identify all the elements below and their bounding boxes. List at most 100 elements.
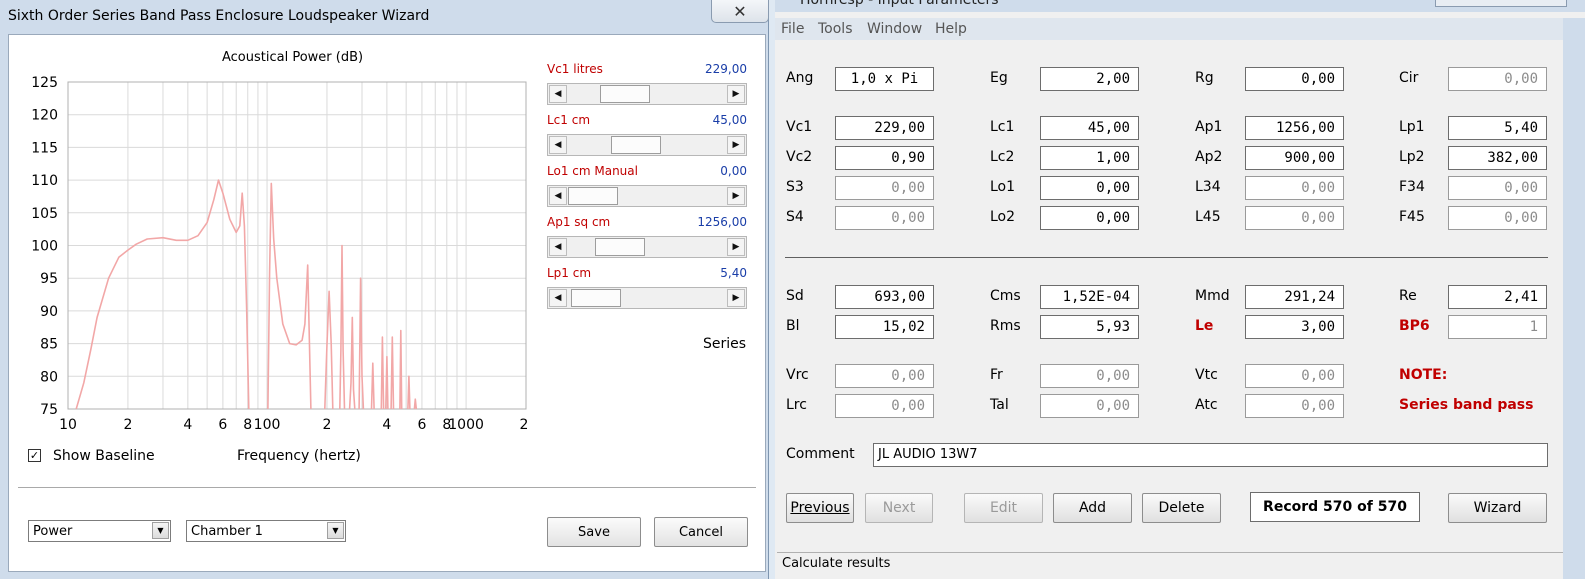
param-label: Re: [1399, 288, 1417, 304]
comment-input[interactable]: JL AUDIO 13W7: [873, 443, 1548, 467]
view-combo[interactable]: Power ▼: [28, 520, 171, 542]
slider-thumb[interactable]: [568, 187, 618, 205]
scroll-right-icon[interactable]: ▶: [727, 289, 745, 307]
param-field[interactable]: 1: [1448, 315, 1547, 339]
wizard-button[interactable]: Wizard: [1448, 493, 1547, 523]
param-field[interactable]: 0,00: [835, 364, 934, 388]
scroll-right-icon[interactable]: ▶: [727, 187, 745, 205]
slider-thumb[interactable]: [600, 85, 651, 103]
slider-scrollbar[interactable]: ◀ ▶: [547, 287, 747, 309]
param-field[interactable]: 0,00: [1245, 176, 1344, 200]
slider-scrollbar[interactable]: ◀ ▶: [547, 83, 747, 105]
chevron-down-icon[interactable]: ▼: [152, 522, 169, 539]
param-field[interactable]: 0,00: [1448, 176, 1547, 200]
param-field[interactable]: 5,40: [1448, 116, 1547, 140]
x-tick-label: 4: [183, 417, 192, 433]
add-button[interactable]: Add: [1053, 493, 1132, 523]
param-field[interactable]: 1,00: [1040, 146, 1139, 170]
param-field[interactable]: 2,00: [1040, 67, 1139, 91]
scroll-left-icon[interactable]: ◀: [549, 187, 567, 205]
param-field[interactable]: 5,93: [1040, 315, 1139, 339]
scroll-left-icon[interactable]: ◀: [549, 289, 567, 307]
delete-button[interactable]: Delete: [1142, 493, 1221, 523]
previous-button[interactable]: Previous: [786, 493, 854, 523]
wizard-title: Sixth Order Series Band Pass Enclosure L…: [8, 8, 430, 24]
x-tick-label: 2: [322, 417, 331, 433]
slider-label: Vc1 litres: [547, 62, 603, 76]
param-field[interactable]: 0,00: [1245, 67, 1344, 91]
slider-scrollbar[interactable]: ◀ ▶: [547, 185, 747, 207]
chamber-combo[interactable]: Chamber 1 ▼: [186, 520, 346, 542]
param-field[interactable]: 15,02: [835, 315, 934, 339]
scroll-left-icon[interactable]: ◀: [549, 136, 567, 154]
param-field[interactable]: 0,00: [1245, 206, 1344, 230]
chart-title: Acoustical Power (dB): [222, 50, 364, 65]
param-field[interactable]: 0,90: [835, 146, 934, 170]
menu-file[interactable]: File: [781, 21, 804, 37]
scroll-right-icon[interactable]: ▶: [727, 238, 745, 256]
slider-value: 0,00: [720, 164, 747, 178]
x-tick-label: 10: [59, 417, 77, 433]
scroll-left-icon[interactable]: ◀: [549, 238, 567, 256]
slider-thumb[interactable]: [571, 289, 622, 307]
save-button[interactable]: Save: [547, 517, 641, 547]
param-field[interactable]: 1,0 x Pi: [835, 67, 934, 91]
scroll-right-icon[interactable]: ▶: [727, 85, 745, 103]
slider-thumb[interactable]: [595, 238, 645, 256]
param-label: Lo2: [990, 209, 1016, 225]
param-field[interactable]: 1256,00: [1245, 116, 1344, 140]
param-field[interactable]: 3,00: [1245, 315, 1344, 339]
window-controls[interactable]: [1435, 0, 1567, 7]
param-field[interactable]: 0,00: [1448, 206, 1547, 230]
param-field[interactable]: 2,41: [1448, 285, 1547, 309]
param-label: Sd: [786, 288, 804, 304]
param-field[interactable]: 0,00: [1448, 67, 1547, 91]
param-field[interactable]: 0,00: [1245, 364, 1344, 388]
param-field[interactable]: 1,52E-04: [1040, 285, 1139, 309]
scroll-right-icon[interactable]: ▶: [727, 136, 745, 154]
cancel-button[interactable]: Cancel: [654, 517, 748, 547]
param-field[interactable]: 0,00: [835, 206, 934, 230]
next-button[interactable]: Next: [865, 493, 933, 523]
y-tick-label: 80: [40, 369, 58, 385]
param-field[interactable]: 229,00: [835, 116, 934, 140]
slider-thumb[interactable]: [611, 136, 662, 154]
slider-label: Lo1 cm Manual: [547, 164, 638, 178]
comment-label: Comment: [786, 446, 855, 462]
power-curve-segment: [348, 316, 356, 410]
param-label: Ap1: [1195, 119, 1223, 135]
param-field[interactable]: 0,00: [1040, 206, 1139, 230]
param-field[interactable]: 693,00: [835, 285, 934, 309]
param-label: F34: [1399, 179, 1425, 195]
param-label: Vrc: [786, 367, 809, 383]
slider-value: 45,00: [712, 113, 747, 127]
param-label: Atc: [1195, 397, 1218, 413]
chevron-down-icon[interactable]: ▼: [327, 522, 344, 539]
param-field[interactable]: 0,00: [835, 176, 934, 200]
param-field[interactable]: 291,24: [1245, 285, 1344, 309]
param-field[interactable]: 382,00: [1448, 146, 1547, 170]
show-baseline-checkbox[interactable]: ✓: [28, 449, 41, 462]
param-label: Ang: [786, 70, 814, 86]
slider-value: 5,40: [720, 266, 747, 280]
menu-window[interactable]: Window: [867, 21, 922, 37]
param-field[interactable]: 900,00: [1245, 146, 1344, 170]
param-field[interactable]: 45,00: [1040, 116, 1139, 140]
param-field[interactable]: 0,00: [1040, 364, 1139, 388]
menu-help[interactable]: Help: [935, 21, 967, 37]
slider-scrollbar[interactable]: ◀ ▶: [547, 134, 747, 156]
close-icon[interactable]: ✕: [711, 0, 769, 23]
param-label: S4: [786, 209, 804, 225]
menu-tools[interactable]: Tools: [818, 21, 853, 37]
param-field[interactable]: 0,00: [835, 394, 934, 418]
param-field[interactable]: 0,00: [1040, 176, 1139, 200]
x-tick-label: 6: [218, 417, 227, 433]
y-tick-label: 75: [40, 402, 58, 418]
edit-button[interactable]: Edit: [964, 493, 1043, 523]
scroll-left-icon[interactable]: ◀: [549, 85, 567, 103]
param-label: Lc1: [990, 119, 1015, 135]
param-field[interactable]: 0,00: [1245, 394, 1344, 418]
slider-scrollbar[interactable]: ◀ ▶: [547, 236, 747, 258]
param-label: NOTE:: [1399, 367, 1448, 383]
param-field[interactable]: 0,00: [1040, 394, 1139, 418]
